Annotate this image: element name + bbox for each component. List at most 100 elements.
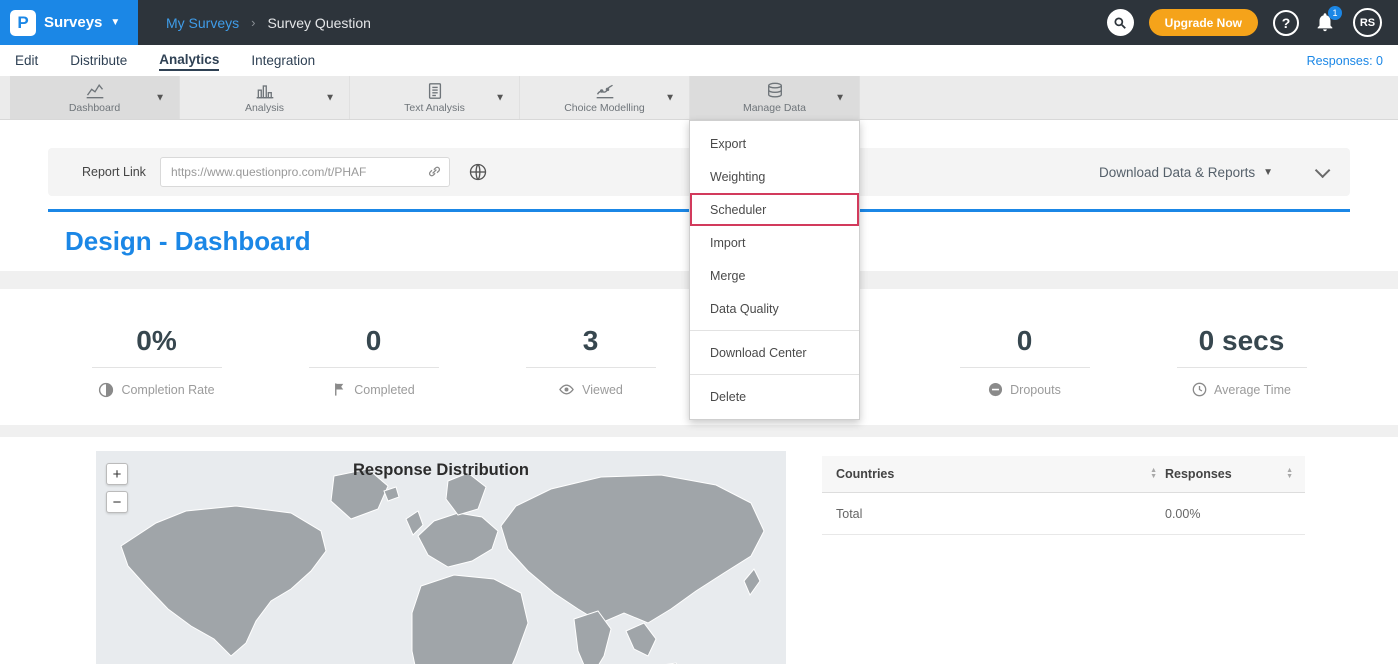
menu-item-delete[interactable]: Delete bbox=[690, 380, 859, 413]
toolbar-item-label: Analysis bbox=[245, 102, 284, 114]
main-nav-tabs: Edit Distribute Analytics Integration Re… bbox=[0, 45, 1398, 76]
toolbar-item-label: Text Analysis bbox=[404, 102, 465, 114]
countries-table-header: Countries ▲▼ Responses ▲▼ bbox=[822, 456, 1305, 493]
help-icon[interactable]: ? bbox=[1273, 10, 1299, 36]
stat-value: 0 secs bbox=[1177, 325, 1307, 368]
toolbar-item-dashboard[interactable]: Dashboard ▼ bbox=[10, 76, 180, 119]
report-link-label: Report Link bbox=[82, 165, 146, 179]
world-map-svg bbox=[96, 451, 786, 664]
responses-count: Responses: 0 bbox=[1307, 54, 1383, 68]
section-gap bbox=[0, 425, 1398, 437]
table-cell-responses: 0.00% bbox=[1165, 507, 1305, 521]
chevron-down-icon: ▼ bbox=[835, 92, 845, 103]
sort-icon[interactable]: ▲▼ bbox=[1286, 468, 1293, 480]
document-icon bbox=[426, 82, 444, 100]
clock-icon bbox=[1192, 382, 1207, 397]
chevron-down-icon: ▼ bbox=[665, 92, 675, 103]
report-link-input[interactable] bbox=[160, 157, 450, 187]
world-map[interactable]: Response Distribution + − bbox=[96, 451, 786, 664]
collapse-chevron-icon[interactable] bbox=[1315, 162, 1331, 178]
stat-average-time: 0 secs Average Time bbox=[1133, 325, 1350, 425]
map-zoom-controls: + − bbox=[106, 463, 128, 513]
chevron-down-icon: ▼ bbox=[1263, 167, 1273, 178]
stat-label: Viewed bbox=[558, 382, 623, 397]
link-icon bbox=[427, 164, 442, 184]
table-row: Total 0.00% bbox=[822, 493, 1305, 535]
manage-data-dropdown-menu: Export Weighting Scheduler Import Merge … bbox=[689, 120, 860, 420]
search-icon[interactable] bbox=[1107, 9, 1134, 36]
zoom-in-button[interactable]: + bbox=[106, 463, 128, 485]
stat-label: Average Time bbox=[1192, 382, 1291, 397]
stat-viewed: 3 Viewed bbox=[482, 325, 699, 425]
toolbar-item-label: Dashboard bbox=[69, 102, 120, 114]
minus-circle-icon bbox=[988, 382, 1003, 397]
breadcrumb-separator-icon: › bbox=[251, 15, 255, 30]
menu-item-data-quality[interactable]: Data Quality bbox=[690, 292, 859, 325]
database-icon bbox=[766, 82, 784, 100]
tab-edit[interactable]: Edit bbox=[15, 51, 38, 70]
map-title: Response Distribution bbox=[96, 461, 786, 480]
download-data-reports-label: Download Data & Reports bbox=[1099, 165, 1255, 180]
table-cell-country: Total bbox=[822, 507, 1165, 521]
eye-icon bbox=[558, 382, 575, 397]
zoom-out-button[interactable]: − bbox=[106, 491, 128, 513]
breadcrumb-my-surveys[interactable]: My Surveys bbox=[166, 15, 239, 31]
questionpro-app: P Surveys ▼ My Surveys › Survey Question… bbox=[0, 0, 1398, 664]
download-data-reports-dropdown[interactable]: Download Data & Reports ▼ bbox=[1099, 165, 1273, 180]
notifications-bell-icon[interactable]: 1 bbox=[1314, 10, 1338, 36]
countries-column-header[interactable]: Countries ▲▼ bbox=[822, 467, 1165, 481]
toolbar-item-text-analysis[interactable]: Text Analysis ▼ bbox=[350, 76, 520, 119]
stat-value: 0 bbox=[309, 325, 439, 368]
menu-divider bbox=[690, 330, 859, 331]
stat-dropouts: 0 Dropouts bbox=[916, 325, 1133, 425]
tab-integration[interactable]: Integration bbox=[251, 51, 315, 70]
stat-value: 3 bbox=[526, 325, 656, 368]
countries-table: Countries ▲▼ Responses ▲▼ Total 0.00% bbox=[822, 456, 1305, 535]
report-url-wrap bbox=[160, 157, 450, 187]
menu-item-download-center[interactable]: Download Center bbox=[690, 336, 859, 369]
tab-analytics[interactable]: Analytics bbox=[159, 50, 219, 71]
stat-label: Completion Rate bbox=[98, 382, 214, 398]
toolbar-item-label: Choice Modelling bbox=[564, 102, 645, 114]
stat-label: Completed bbox=[332, 382, 414, 397]
contrast-icon bbox=[98, 382, 114, 398]
analytics-toolbar: Dashboard ▼ Analysis ▼ Text Analysis ▼ C… bbox=[0, 76, 1398, 120]
menu-item-weighting[interactable]: Weighting bbox=[690, 160, 859, 193]
toolbar-item-label: Manage Data bbox=[743, 102, 806, 114]
stat-value: 0% bbox=[92, 325, 222, 368]
surveys-product-switcher[interactable]: P Surveys ▼ bbox=[0, 0, 138, 45]
bar-chart-icon bbox=[255, 82, 275, 100]
breadcrumb: My Surveys › Survey Question bbox=[166, 15, 371, 31]
tab-distribute[interactable]: Distribute bbox=[70, 51, 127, 70]
stat-completed: 0 Completed bbox=[265, 325, 482, 425]
stat-completion-rate: 0% Completion Rate bbox=[48, 325, 265, 425]
responses-column-header[interactable]: Responses ▲▼ bbox=[1165, 467, 1305, 481]
menu-item-export[interactable]: Export bbox=[690, 127, 859, 160]
chevron-down-icon: ▼ bbox=[325, 92, 335, 103]
toolbar-item-choice-modelling[interactable]: Choice Modelling ▼ bbox=[520, 76, 690, 119]
model-chart-icon bbox=[595, 82, 615, 100]
questionpro-logo: P bbox=[10, 10, 36, 36]
notification-badge: 1 bbox=[1328, 6, 1342, 20]
stat-label: Dropouts bbox=[988, 382, 1061, 397]
menu-item-merge[interactable]: Merge bbox=[690, 259, 859, 292]
upgrade-now-button[interactable]: Upgrade Now bbox=[1149, 9, 1258, 36]
topbar-actions: Upgrade Now ? 1 RS bbox=[1107, 8, 1398, 37]
toolbar-item-manage-data[interactable]: Manage Data ▼ bbox=[690, 76, 860, 119]
breadcrumb-current: Survey Question bbox=[267, 15, 371, 31]
response-distribution-card: Response Distribution + − bbox=[48, 437, 1350, 664]
menu-item-import[interactable]: Import bbox=[690, 226, 859, 259]
page-title: Design - Dashboard bbox=[65, 226, 311, 257]
line-chart-icon bbox=[85, 82, 105, 100]
stat-value: 0 bbox=[960, 325, 1090, 368]
menu-item-scheduler[interactable]: Scheduler bbox=[690, 193, 859, 226]
avatar[interactable]: RS bbox=[1353, 8, 1382, 37]
toolbar-item-analysis[interactable]: Analysis ▼ bbox=[180, 76, 350, 119]
chevron-down-icon: ▼ bbox=[495, 92, 505, 103]
chevron-down-icon: ▼ bbox=[110, 17, 120, 28]
chevron-down-icon: ▼ bbox=[155, 92, 165, 103]
menu-divider bbox=[690, 374, 859, 375]
product-label: Surveys bbox=[44, 14, 102, 31]
sort-icon[interactable]: ▲▼ bbox=[1150, 468, 1157, 480]
globe-icon[interactable] bbox=[468, 162, 488, 182]
